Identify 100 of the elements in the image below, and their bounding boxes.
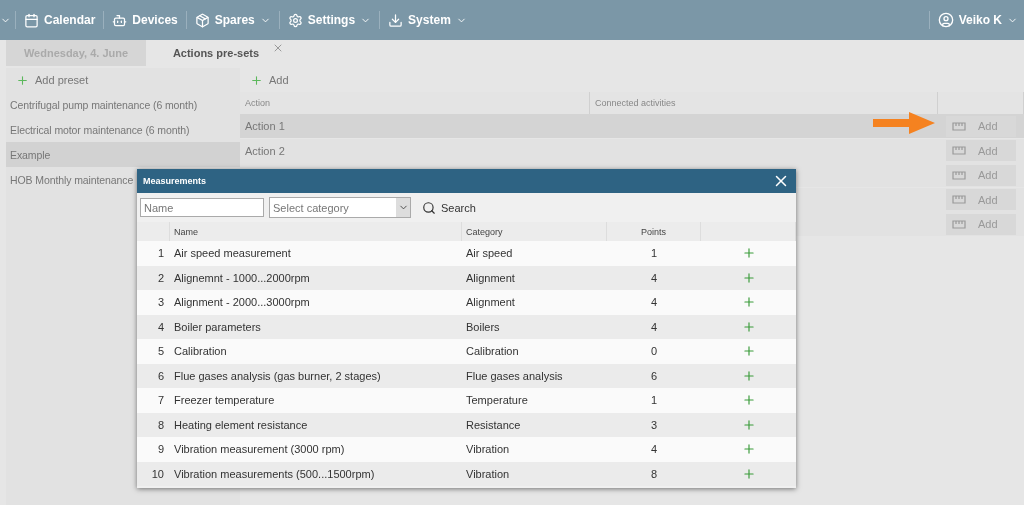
- table-cell-text: 6: [649, 369, 659, 382]
- add-activity-button[interactable]: Add: [946, 213, 1016, 235]
- plus-icon: [741, 295, 756, 310]
- nav-item[interactable]: Settings: [278, 11, 380, 29]
- add-button[interactable]: [741, 270, 756, 285]
- plus-icon: [741, 466, 756, 481]
- gear-icon: [287, 12, 303, 28]
- search-button[interactable]: Search: [416, 199, 482, 216]
- add-activity-button[interactable]: Add: [946, 115, 1016, 137]
- table-cell-text: Alignment: [465, 271, 516, 284]
- table-cell-text: Vibration: [465, 467, 511, 480]
- add-button[interactable]: [741, 295, 756, 310]
- close-icon[interactable]: [272, 42, 284, 54]
- plus-icon: [741, 393, 756, 408]
- row-number: 1: [156, 247, 165, 260]
- ruler-icon: [952, 121, 966, 131]
- dialog-title: Measurements: [143, 176, 207, 186]
- table-cell-text: Flue gases analysis (gas burner, 2 stages): [173, 369, 382, 382]
- add-button[interactable]: [741, 442, 756, 457]
- nav-label: Spares: [214, 13, 255, 27]
- table-cell-text: 4: [649, 271, 659, 284]
- row-number: 10: [150, 467, 165, 480]
- table-cell-text: Freezer temperature: [173, 394, 276, 407]
- table-cell-text: Vibration: [465, 443, 511, 456]
- nav-label: Settings: [307, 13, 356, 27]
- add-button[interactable]: [741, 368, 756, 383]
- plus-icon: [741, 246, 756, 261]
- action-row[interactable]: Action 1 Add: [240, 114, 1024, 138]
- nav-label: Devices: [132, 13, 178, 27]
- row-number: 6: [156, 369, 165, 382]
- plus-icon: [741, 270, 756, 285]
- row-number: 9: [156, 443, 165, 456]
- nav-label: Calendar: [44, 13, 96, 27]
- robot-icon: [112, 12, 128, 28]
- row-number: 8: [156, 418, 165, 431]
- preset-item[interactable]: Electrical motor maintenance (6 month): [6, 117, 240, 142]
- table-cell-text: Vibration measurements (500...1500rpm): [173, 467, 376, 480]
- table-cell-text: Alignment - 2000...3000rpm: [173, 296, 311, 309]
- add-activity-button[interactable]: Add: [946, 189, 1016, 210]
- table-cell-text: Boilers: [465, 320, 501, 333]
- add-button[interactable]: [741, 246, 756, 261]
- name-field[interactable]: Name: [140, 198, 264, 217]
- ruler-icon: [952, 170, 966, 180]
- row-number: 2: [156, 271, 165, 284]
- row-number: 3: [156, 296, 165, 309]
- table-cell-text: 4: [649, 296, 659, 309]
- nav-item[interactable]: System: [379, 11, 475, 29]
- table-cell-text: 0: [649, 345, 659, 358]
- table-cell-text: Resistance: [465, 418, 522, 431]
- plus-icon: [741, 319, 756, 334]
- nav-item[interactable]: Calendar: [15, 11, 104, 29]
- add-action-button[interactable]: Add: [240, 68, 1024, 92]
- calendar-icon: [24, 12, 39, 28]
- action-row[interactable]: Action 2 Add: [240, 138, 1024, 163]
- add-preset-button[interactable]: Add preset: [6, 68, 240, 92]
- table-cell-text: Heating element resistance: [173, 418, 309, 431]
- search-icon: [422, 200, 436, 215]
- action-name: Action 2: [244, 144, 285, 157]
- row-number: 4: [156, 320, 165, 333]
- box-icon: [194, 12, 210, 28]
- row-number: 7: [156, 394, 165, 407]
- table-cell-text: Air speed measurement: [173, 247, 292, 260]
- ruler-icon: [952, 195, 966, 204]
- ruler-icon: [952, 219, 966, 229]
- add-activity-button[interactable]: Add: [946, 164, 1016, 186]
- table-cell-text: 8: [649, 467, 659, 480]
- plus-icon: [741, 344, 756, 359]
- table-cell-text: 4: [649, 320, 659, 333]
- nav-item[interactable]: Devices: [103, 11, 186, 29]
- category-dropdown[interactable]: Select category: [269, 197, 411, 218]
- preset-item[interactable]: Centrifugal pump maintenance (6 month): [6, 92, 240, 117]
- row-number: 5: [156, 345, 165, 358]
- table-cell-text: 1: [649, 394, 659, 407]
- table-cell-text: Calibration: [465, 345, 520, 358]
- user-menu[interactable]: Veiko K: [928, 11, 1024, 29]
- table-cell-text: 4: [649, 443, 659, 456]
- table-cell-text: Air speed: [465, 247, 514, 260]
- plus-icon: [741, 417, 756, 432]
- add-button[interactable]: [741, 393, 756, 408]
- add-button[interactable]: [741, 417, 756, 432]
- table-cell-text: Calibration: [173, 345, 228, 358]
- user-name: Veiko K: [958, 13, 1002, 27]
- table-cell-text: 1: [649, 247, 659, 260]
- table-cell-text: Temperature: [465, 394, 529, 407]
- add-button[interactable]: [741, 466, 756, 481]
- preset-item[interactable]: Example: [6, 142, 240, 167]
- table-cell-text: Boiler parameters: [173, 320, 262, 333]
- nav-label: System: [408, 13, 451, 27]
- add-activity-button[interactable]: Add: [946, 140, 1016, 161]
- table-cell-text: 3: [649, 418, 659, 431]
- table-cell-text: Alignment: [465, 296, 516, 309]
- add-button[interactable]: [741, 319, 756, 334]
- nav-item[interactable]: Spares: [185, 11, 279, 29]
- add-button[interactable]: [741, 344, 756, 359]
- plus-icon: [741, 442, 756, 457]
- plus-icon: [250, 73, 263, 87]
- table-cell-text: Flue gases analysis: [465, 369, 564, 382]
- action-name: Action 1: [244, 120, 285, 132]
- plus-icon: [741, 368, 756, 383]
- table-cell-text: Alignemnt - 1000...2000rpm: [173, 271, 311, 284]
